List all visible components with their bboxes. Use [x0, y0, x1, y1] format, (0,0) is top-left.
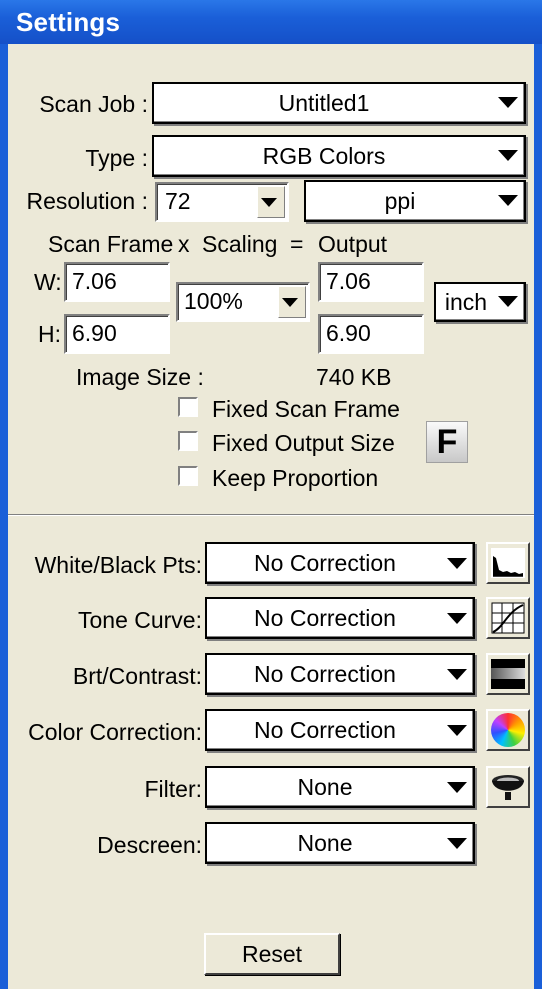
- type-value: RGB Colors: [262, 142, 386, 169]
- brt-contrast-label: Brt/Contrast:: [72, 663, 202, 689]
- scan-job-label: Scan Job :: [39, 91, 148, 117]
- chevron-down-icon: [498, 150, 518, 161]
- color-correction-label: Color Correction:: [28, 719, 202, 745]
- title-bar: Settings: [0, 0, 542, 44]
- reset-button[interactable]: Reset: [204, 933, 340, 975]
- histogram-icon[interactable]: [486, 542, 530, 584]
- fixed-output-size-checkbox[interactable]: [178, 431, 198, 451]
- brt-contrast-dropdown[interactable]: No Correction: [205, 653, 475, 695]
- white-black-pts-label: White/Black Pts:: [34, 552, 202, 578]
- tone-curve-dropdown[interactable]: No Correction: [205, 597, 475, 639]
- tone-curve-value: No Correction: [254, 604, 396, 631]
- resolution-value: 72: [165, 188, 191, 214]
- type-label: Type :: [85, 145, 148, 171]
- tone-curve-label: Tone Curve:: [77, 607, 202, 633]
- fixed-output-size-label: Fixed Output Size: [212, 430, 395, 456]
- resolution-label: Resolution :: [26, 188, 148, 214]
- descreen-dropdown[interactable]: None: [205, 822, 475, 864]
- scan-frame-header: Scan Frame: [48, 231, 174, 257]
- equals-symbol: =: [290, 231, 304, 257]
- resolution-combo[interactable]: 72: [155, 182, 289, 222]
- times-symbol: x: [178, 231, 190, 257]
- chevron-down-icon: [498, 296, 518, 307]
- color-correction-dropdown[interactable]: No Correction: [205, 709, 475, 751]
- brightness-icon[interactable]: [486, 653, 530, 695]
- descreen-value: None: [297, 829, 353, 856]
- descreen-label: Descreen:: [97, 832, 202, 858]
- f-button[interactable]: F: [426, 421, 468, 463]
- scaling-header: Scaling: [202, 231, 278, 257]
- type-dropdown[interactable]: RGB Colors: [152, 135, 526, 177]
- height-output-input[interactable]: 6.90: [318, 314, 424, 354]
- chevron-down-icon: [447, 613, 467, 624]
- keep-proportion-checkbox[interactable]: [178, 466, 198, 486]
- filter-dropdown[interactable]: None: [205, 766, 475, 808]
- brt-contrast-value: No Correction: [254, 660, 396, 687]
- color-correction-value: No Correction: [254, 716, 396, 743]
- filter-bowl-icon[interactable]: [486, 766, 530, 808]
- chevron-down-icon: [447, 669, 467, 680]
- scaling-value: 100%: [184, 288, 243, 314]
- width-output-input[interactable]: 7.06: [318, 262, 424, 302]
- chevron-down-icon: [261, 198, 277, 207]
- filter-label: Filter:: [144, 776, 203, 802]
- window-title: Settings: [16, 7, 121, 37]
- scaling-dropdown-button[interactable]: [278, 286, 306, 318]
- chevron-down-icon: [447, 558, 467, 569]
- chevron-down-icon: [498, 97, 518, 108]
- chevron-down-icon: [498, 195, 518, 206]
- image-size-label: Image Size :: [76, 364, 204, 390]
- scan-job-value: Untitled1: [278, 89, 370, 116]
- color-wheel-icon[interactable]: [486, 709, 530, 751]
- resolution-unit-dropdown[interactable]: ppi: [304, 180, 526, 222]
- fixed-scan-frame-label: Fixed Scan Frame: [212, 396, 400, 422]
- filter-value: None: [297, 773, 353, 800]
- output-unit-dropdown[interactable]: inch: [434, 282, 526, 322]
- width-input[interactable]: 7.06: [64, 262, 170, 302]
- output-header: Output: [318, 231, 388, 257]
- output-unit-value: inch: [444, 288, 488, 315]
- resolution-unit-value: ppi: [384, 187, 416, 214]
- scan-job-dropdown[interactable]: Untitled1: [152, 82, 526, 124]
- fixed-scan-frame-checkbox[interactable]: [178, 397, 198, 417]
- white-black-pts-value: No Correction: [254, 549, 396, 576]
- chevron-down-icon: [447, 782, 467, 793]
- scaling-combo[interactable]: 100%: [176, 282, 310, 322]
- chevron-down-icon: [447, 838, 467, 849]
- curve-icon[interactable]: [486, 597, 530, 639]
- width-label: W:: [34, 269, 62, 295]
- color-wheel-graphic: [491, 713, 525, 747]
- section-divider: [8, 514, 534, 516]
- image-size-value: 740 KB: [316, 364, 392, 390]
- resolution-dropdown-button[interactable]: [257, 186, 285, 218]
- chevron-down-icon: [447, 725, 467, 736]
- height-input[interactable]: 6.90: [64, 314, 170, 354]
- height-label: H:: [38, 321, 61, 347]
- white-black-pts-dropdown[interactable]: No Correction: [205, 542, 475, 584]
- chevron-down-icon: [282, 298, 298, 307]
- keep-proportion-label: Keep Proportion: [212, 465, 379, 491]
